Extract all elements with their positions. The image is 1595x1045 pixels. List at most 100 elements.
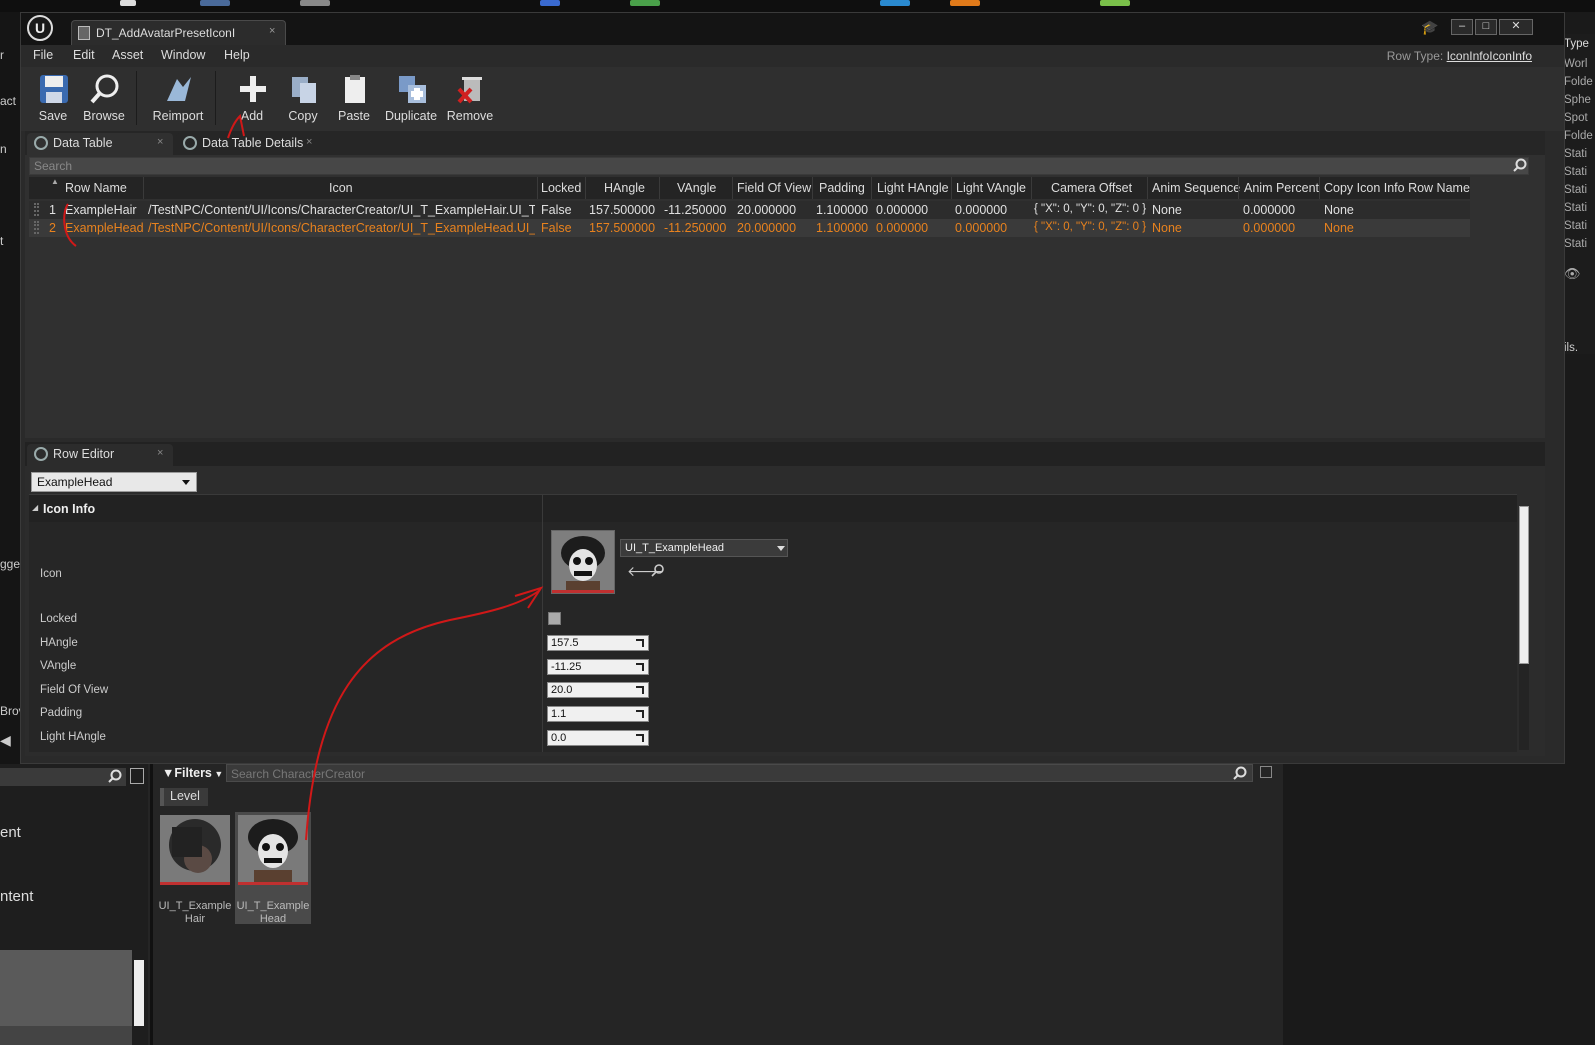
outliner-item[interactable]: Stati <box>1564 148 1595 160</box>
menu-file[interactable]: File <box>33 48 53 62</box>
anim-sequence-cell[interactable]: None <box>1152 203 1182 217</box>
asset-search-input[interactable]: Search CharacterCreator <box>226 764 1253 782</box>
search-icon[interactable] <box>1513 158 1527 172</box>
document-tab[interactable]: DT_AddAvatarPresetIconI × <box>71 20 286 45</box>
padding-field[interactable]: 1.1 <box>547 706 649 722</box>
fov-cell[interactable]: 20.000000 <box>737 221 796 235</box>
outliner-item[interactable]: Stati <box>1564 184 1595 196</box>
outliner-item[interactable]: Stati <box>1564 238 1595 250</box>
outliner-item[interactable]: Worl <box>1564 58 1595 70</box>
icon-cell[interactable]: /TestNPC/Content/UI/Icons/CharacterCreat… <box>148 203 535 217</box>
hangle-field[interactable]: 157.5 <box>547 635 649 651</box>
close-window-button[interactable]: ✕ <box>1499 19 1533 35</box>
spin-arrows-icon[interactable] <box>636 734 644 742</box>
vangle-field[interactable]: -11.25 <box>547 659 649 675</box>
category-header[interactable]: ◢ Icon Info <box>29 494 1517 522</box>
remove-button[interactable]: Remove <box>443 69 497 127</box>
light-vangle-cell[interactable]: 0.000000 <box>955 203 1007 217</box>
close-tab-icon[interactable]: × <box>269 25 275 37</box>
spin-arrows-icon[interactable] <box>636 663 644 671</box>
column-header-field-of-view[interactable]: Field Of View <box>737 181 811 195</box>
tab-data-table[interactable]: Data Table × <box>27 133 173 155</box>
scrollbar-thumb[interactable] <box>1519 506 1529 664</box>
copy-button[interactable]: Copy <box>276 69 330 127</box>
drag-handle-icon[interactable] <box>34 203 39 216</box>
title-bar[interactable]: U DT_AddAvatarPresetIconI × 🎓 – □ ✕ <box>21 13 1564 45</box>
menu-asset[interactable]: Asset <box>112 48 143 62</box>
sort-ascending-icon[interactable]: ▲ <box>51 177 59 186</box>
eye-icon[interactable]: 👁 <box>1564 266 1595 282</box>
outliner-item[interactable]: Stati <box>1564 202 1595 214</box>
duplicate-button[interactable]: Duplicate <box>384 69 438 127</box>
padding-cell[interactable]: 1.100000 <box>816 221 868 235</box>
list-view-icon[interactable] <box>130 768 144 784</box>
anim-sequence-cell[interactable]: None <box>1152 221 1182 235</box>
learn-icon[interactable]: 🎓 <box>1421 19 1438 36</box>
anim-percent-cell[interactable]: 0.000000 <box>1243 221 1295 235</box>
locked-checkbox[interactable] <box>548 612 561 625</box>
tab-data-table-details[interactable]: Data Table Details × <box>176 133 322 155</box>
menu-edit[interactable]: Edit <box>73 48 95 62</box>
reimport-button[interactable]: Reimport <box>151 69 205 127</box>
icon-cell[interactable]: /TestNPC/Content/UI/Icons/CharacterCreat… <box>148 221 535 235</box>
level-filter-chip[interactable]: Level <box>160 788 208 806</box>
save-search-icon[interactable] <box>1260 766 1272 778</box>
close-tab-icon[interactable]: × <box>157 447 163 459</box>
padding-cell[interactable]: 1.100000 <box>816 203 868 217</box>
locked-cell[interactable]: False <box>541 203 572 217</box>
tab-row-editor[interactable]: Row Editor × <box>27 444 173 466</box>
column-divider[interactable] <box>542 494 543 752</box>
table-row[interactable]: 1 ExampleHair /TestNPC/Content/UI/Icons/… <box>29 201 1470 219</box>
column-header-anim-sequence[interactable]: Anim Sequence <box>1152 181 1240 195</box>
outliner-item[interactable]: Folde <box>1564 130 1595 142</box>
search-input[interactable]: Search <box>29 157 1529 175</box>
row-select-dropdown[interactable]: ExampleHead <box>31 472 197 492</box>
folder-item[interactable]: ent <box>0 824 21 841</box>
icon-thumbnail[interactable] <box>551 530 615 594</box>
column-header-light-hangle[interactable]: Light HAngle <box>877 181 949 195</box>
spin-arrows-icon[interactable] <box>636 710 644 718</box>
expand-triangle-icon[interactable]: ◢ <box>32 503 38 512</box>
outliner-item[interactable]: Stati <box>1564 220 1595 232</box>
column-header-locked[interactable]: Locked <box>541 181 581 195</box>
splitter[interactable] <box>150 764 153 1045</box>
hangle-cell[interactable]: 157.500000 <box>589 203 655 217</box>
column-header-light-vangle[interactable]: Light VAngle <box>956 181 1026 195</box>
light-hangle-cell[interactable]: 0.000000 <box>876 203 928 217</box>
selected-folder-area[interactable] <box>0 950 132 1026</box>
column-header-camera-offset[interactable]: Camera Offset <box>1051 181 1132 195</box>
asset-tile-selected[interactable]: UI_T_Example Head <box>235 812 311 925</box>
search-icon[interactable] <box>1233 766 1247 780</box>
column-header-anim-percent[interactable]: Anim Percent <box>1244 181 1319 195</box>
maximize-button[interactable]: □ <box>1475 19 1497 35</box>
light-hangle-cell[interactable]: 0.000000 <box>876 221 928 235</box>
light-vangle-cell[interactable]: 0.000000 <box>955 221 1007 235</box>
spin-arrows-icon[interactable] <box>636 686 644 694</box>
vangle-cell[interactable]: -11.250000 <box>664 203 726 217</box>
browse-to-asset-icon[interactable] <box>651 563 665 577</box>
anim-percent-cell[interactable]: 0.000000 <box>1243 203 1295 217</box>
scrollbar-thumb[interactable] <box>134 960 144 1026</box>
column-header-copy-icon-info-row-name[interactable]: Copy Icon Info Row Name <box>1324 181 1470 195</box>
spin-arrows-icon[interactable] <box>636 639 644 647</box>
browse-button[interactable]: Browse <box>77 69 131 127</box>
row-name-cell[interactable]: ExampleHair <box>65 203 137 217</box>
back-arrow-icon[interactable]: ◀ <box>0 732 20 749</box>
asset-tile[interactable]: UI_T_Example Hair <box>157 812 233 925</box>
column-header-hangle[interactable]: HAngle <box>604 181 645 195</box>
column-header-padding[interactable]: Padding <box>819 181 865 195</box>
column-header-row-name[interactable]: Row Name <box>65 181 127 195</box>
outliner-item[interactable]: Spot <box>1564 112 1595 124</box>
drag-handle-icon[interactable] <box>34 221 39 234</box>
locked-cell[interactable]: False <box>541 221 572 235</box>
copy-row-name-cell[interactable]: None <box>1324 221 1354 235</box>
field-of-view-field[interactable]: 20.0 <box>547 682 649 698</box>
close-tab-icon[interactable]: × <box>157 136 163 148</box>
folder-item[interactable]: ntent <box>0 888 33 905</box>
table-row-selected[interactable]: 2 ExampleHead /TestNPC/Content/UI/Icons/… <box>29 219 1470 237</box>
outliner-item[interactable]: Sphe <box>1564 94 1595 106</box>
camera-offset-cell[interactable]: { "X": 0, "Y": 0, "Z": 0 } <box>1034 221 1146 233</box>
vangle-cell[interactable]: -11.250000 <box>664 221 726 235</box>
scrollbar-track[interactable] <box>1519 664 1529 750</box>
icon-asset-combo[interactable]: UI_T_ExampleHead <box>620 539 788 557</box>
